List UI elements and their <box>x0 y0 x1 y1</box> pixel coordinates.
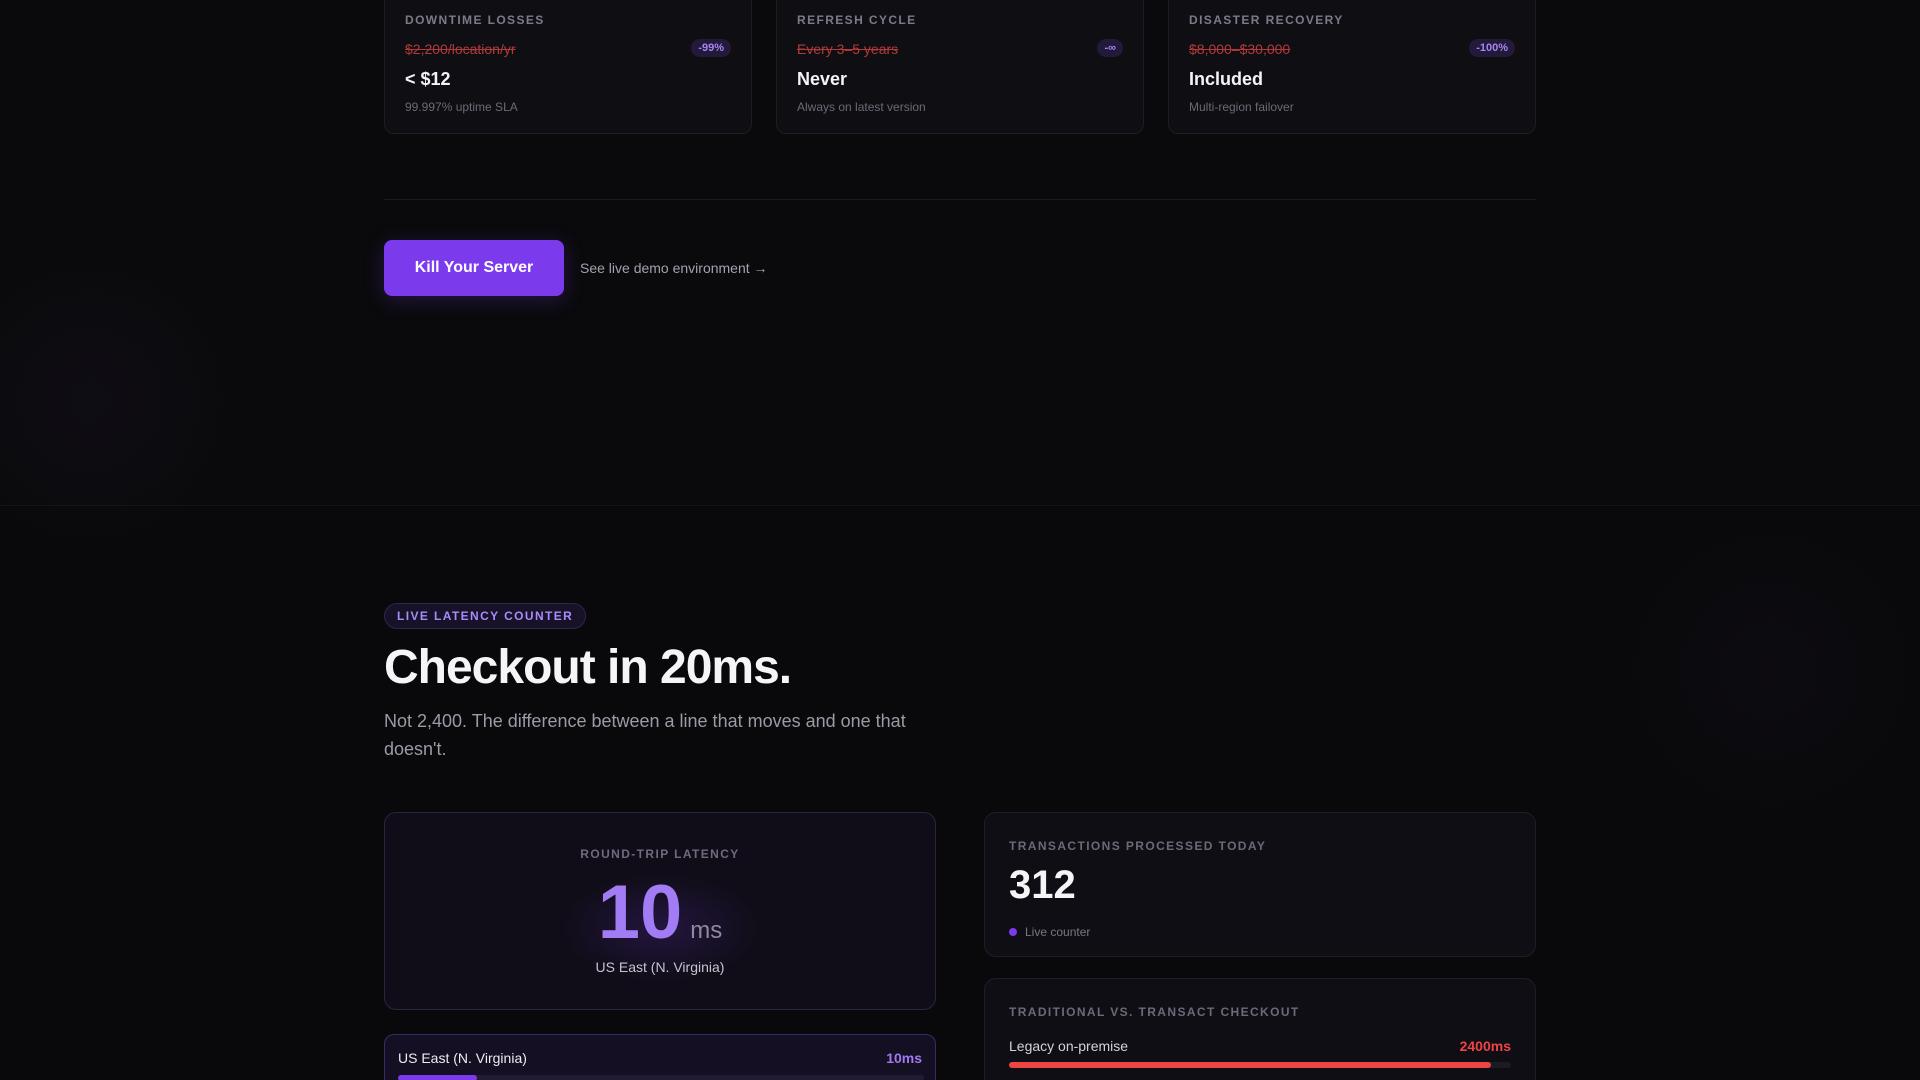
cost-card-new-price: Never <box>797 69 848 89</box>
cost-card-label: REFRESH CYCLE <box>797 13 917 27</box>
live-counter-label: Live counter <box>1025 925 1091 939</box>
cost-card-note: 99.997% uptime SLA <box>405 100 518 114</box>
cost-card-disaster-recovery: DISASTER RECOVERY $8,000–$30,000 -100% I… <box>1168 0 1536 134</box>
latency-unit: ms <box>690 917 723 944</box>
comparison-row-latency: 2400ms <box>1459 1038 1511 1054</box>
live-dot-icon <box>1009 928 1017 936</box>
cost-card-old-price: $8,000–$30,000 <box>1189 41 1291 57</box>
comparison-label: TRADITIONAL VS. TRANSACT CHECKOUT <box>1009 1005 1300 1019</box>
savings-badge: -100% <box>1469 39 1515 57</box>
latency-readout: 10 ms <box>385 875 935 951</box>
comparison-bar <box>1009 1062 1511 1068</box>
page: DOWNTIME LOSSES $2,200/location/yr -99% … <box>0 0 1920 1080</box>
region-name: US East (N. Virginia) <box>398 1050 527 1066</box>
cost-card-new-price: < $12 <box>405 69 451 89</box>
section-pill: LIVE LATENCY COUNTER <box>384 603 587 629</box>
savings-badge: -99% <box>691 39 731 57</box>
section-heading: Checkout in 20ms. <box>384 641 792 694</box>
latency-region: US East (N. Virginia) <box>595 959 725 975</box>
section-divider <box>384 199 1536 200</box>
comparison-card: TRADITIONAL VS. TRANSACT CHECKOUT Legacy… <box>984 978 1536 1080</box>
transactions-label: TRANSACTIONS PROCESSED TODAY <box>1009 839 1267 853</box>
kill-your-server-button[interactable]: Kill Your Server <box>384 240 564 296</box>
region-latency: 10ms <box>886 1050 922 1066</box>
latency-card-label: ROUND-TRIP LATENCY <box>580 847 740 861</box>
live-counter-indicator: Live counter <box>1009 925 1090 939</box>
region-row[interactable]: US East (N. Virginia) 10ms <box>384 1034 936 1080</box>
latency-card: ROUND-TRIP LATENCY 10 ms US East (N. Vir… <box>384 812 936 1010</box>
transactions-card: TRANSACTIONS PROCESSED TODAY 312 Live co… <box>984 812 1536 957</box>
cost-card-new-price: Included <box>1189 69 1264 89</box>
cost-card-note: Multi-region failover <box>1189 100 1294 114</box>
cost-card-note: Always on latest version <box>797 100 926 114</box>
section-subtitle: Not 2,400. The difference between a line… <box>384 711 906 759</box>
latency-value: 10 <box>597 870 683 955</box>
background-glow-right <box>1620 520 1920 820</box>
cost-card-old-price: $2,200/location/yr <box>405 41 516 57</box>
transactions-count: 312 <box>1009 863 1076 907</box>
cost-card-downtime: DOWNTIME LOSSES $2,200/location/yr -99% … <box>384 0 752 134</box>
savings-badge: -∞ <box>1097 39 1123 57</box>
cost-card-refresh: REFRESH CYCLE Every 3–5 years -∞ Never A… <box>776 0 1144 134</box>
region-latency-bar <box>398 1075 924 1080</box>
cost-card-old-price: Every 3–5 years <box>797 41 899 57</box>
cost-card-label: DOWNTIME LOSSES <box>405 13 545 27</box>
cost-card-label: DISASTER RECOVERY <box>1189 13 1344 27</box>
region-latency-bar-fill <box>398 1075 477 1080</box>
comparison-row-name: Legacy on-premise <box>1009 1038 1129 1054</box>
comparison-bar-fill <box>1009 1062 1491 1068</box>
live-demo-link[interactable]: See live demo environment → <box>580 260 768 276</box>
